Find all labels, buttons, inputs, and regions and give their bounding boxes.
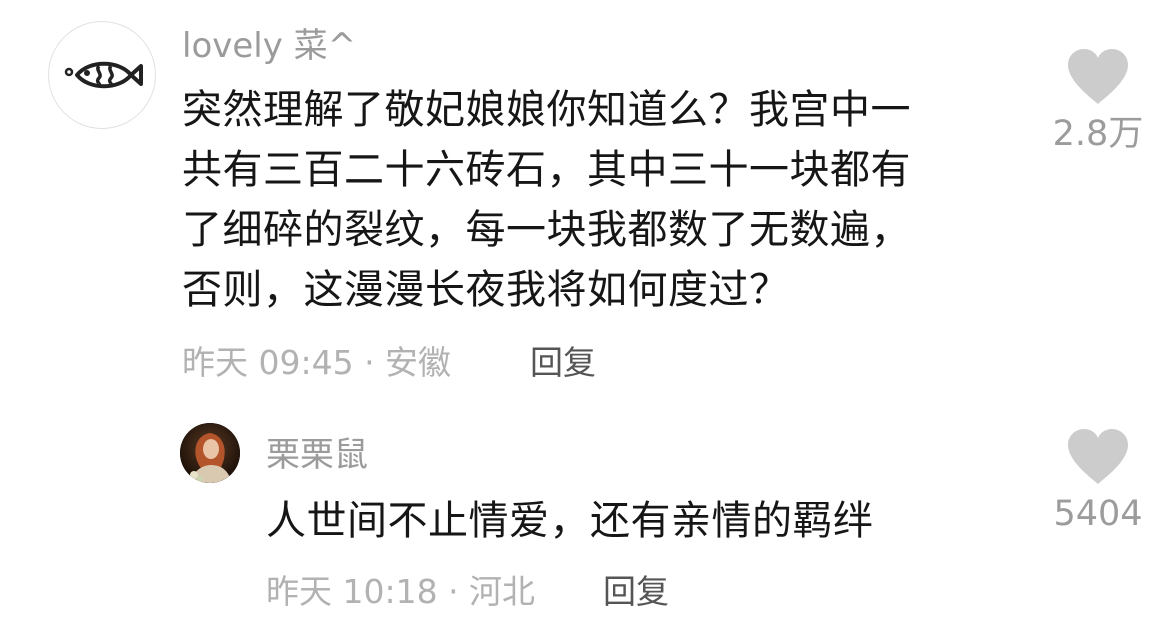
comment-meta: 昨天 09:45 · 安徽 <box>182 343 452 382</box>
comment-text-line: 共有三百二十六砖石，其中三十一块都有 <box>182 147 911 193</box>
comment-text-line: 否则，这漫漫长夜我将如何度过？ <box>182 267 790 313</box>
avatar[interactable] <box>180 423 240 483</box>
reply-meta: 昨天 10:18 · 河北 <box>266 572 536 611</box>
like-button[interactable]: 2.8万 <box>1043 48 1153 154</box>
like-count: 5404 <box>1053 494 1143 534</box>
username[interactable]: lovely 菜^ <box>182 26 356 66</box>
portrait-avatar-icon <box>180 423 240 483</box>
comment-text-line: 了细碎的裂纹，每一块我都数了无数遍， <box>182 207 911 253</box>
heart-icon <box>1068 429 1128 484</box>
like-button[interactable]: 5404 <box>1043 428 1153 534</box>
reply-item: 栗栗鼠 人世间不止情爱，还有亲情的羁绊 昨天 10:18 · 河北 回复 540… <box>0 400 1170 635</box>
comment-text-line: 突然理解了敬妃娘娘你知道么？我宫中一 <box>182 87 911 133</box>
reply-text-line: 人世间不止情爱，还有亲情的羁绊 <box>266 498 874 544</box>
reply-button[interactable]: 回复 <box>530 343 596 383</box>
username[interactable]: 栗栗鼠 <box>266 435 368 475</box>
fish-icon <box>64 61 143 89</box>
heart-icon <box>1068 49 1128 104</box>
comment-text: 突然理解了敬妃娘娘你知道么？我宫中一 共有三百二十六砖石，其中三十一块都有 了细… <box>182 80 911 320</box>
comment-item: lovely 菜^ 突然理解了敬妃娘娘你知道么？我宫中一 共有三百二十六砖石，其… <box>0 0 1170 400</box>
like-count: 2.8万 <box>1052 114 1144 154</box>
reply-button[interactable]: 回复 <box>603 572 669 612</box>
reply-text: 人世间不止情爱，还有亲情的羁绊 <box>266 491 874 551</box>
avatar[interactable] <box>48 21 156 129</box>
